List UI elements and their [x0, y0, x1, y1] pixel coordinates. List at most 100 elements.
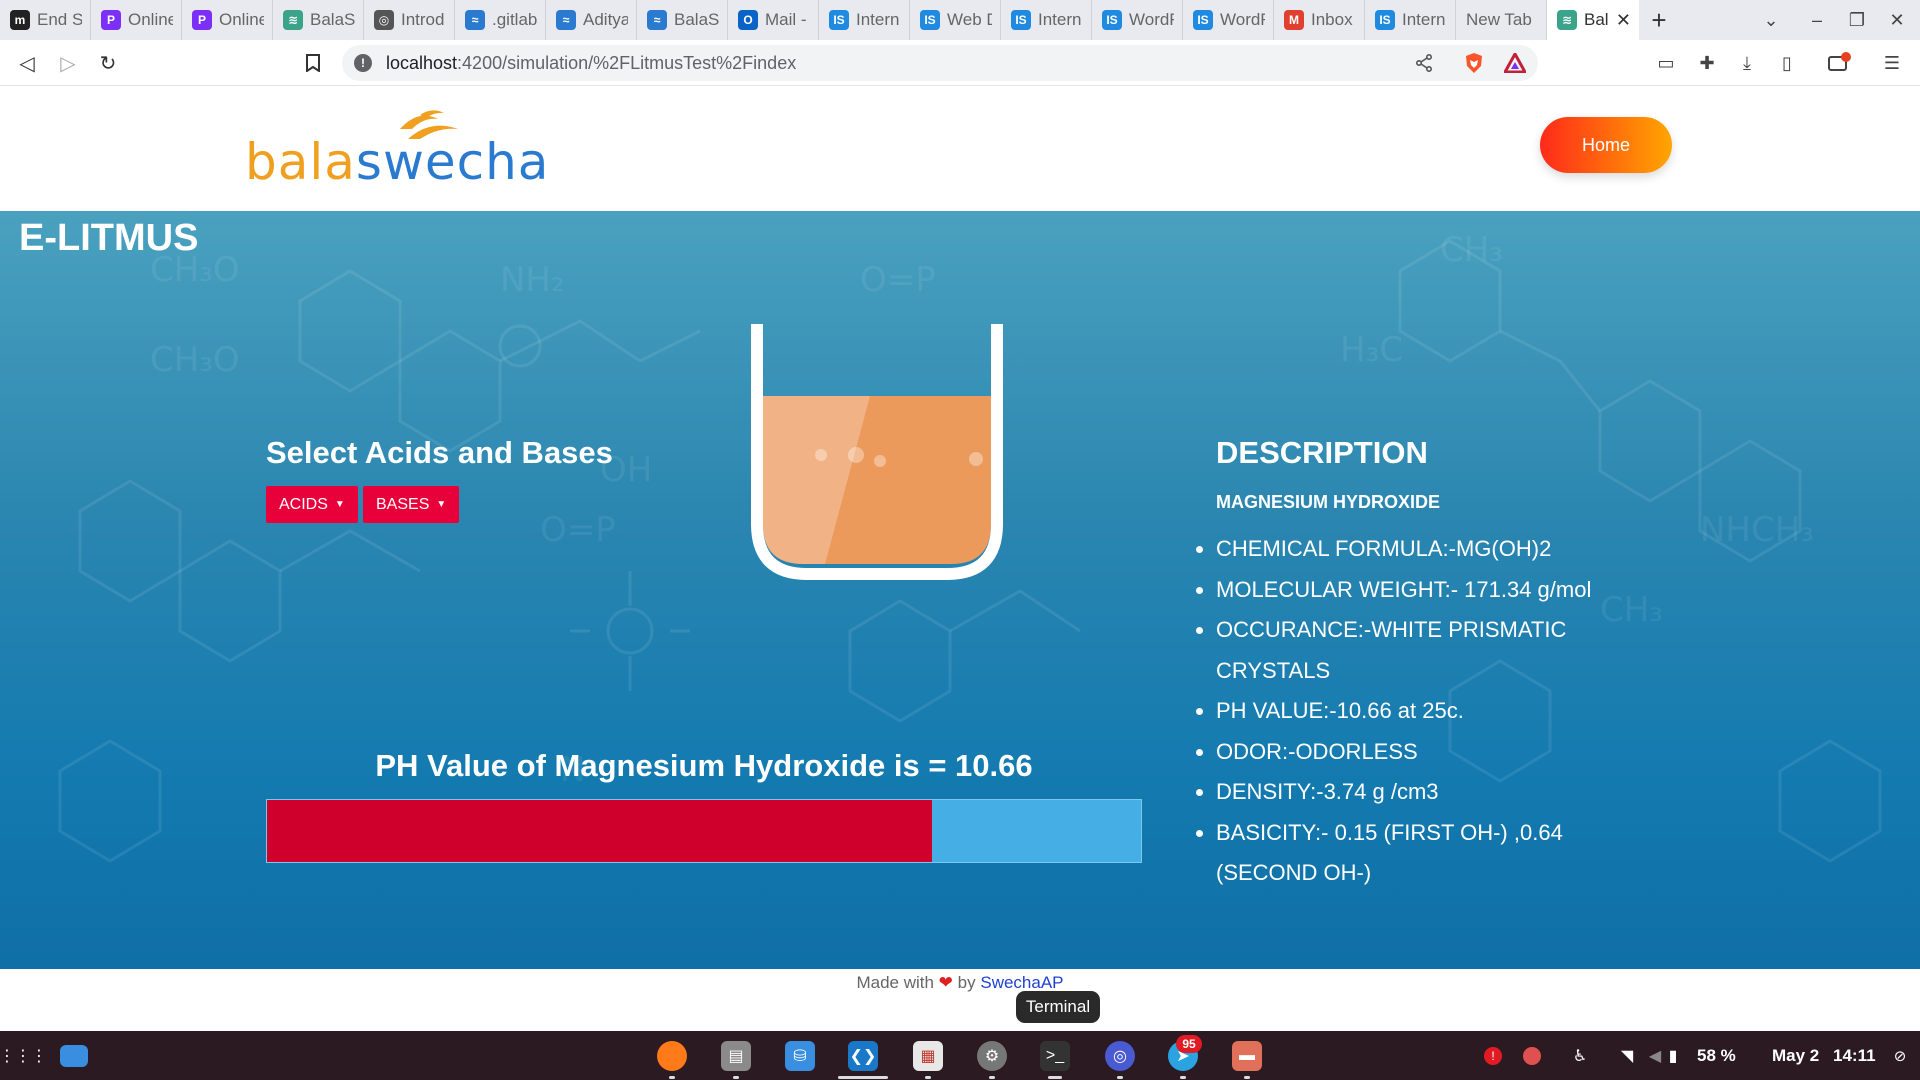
screenshot-app-icon[interactable]: ▬ — [1232, 1041, 1262, 1071]
download-icon[interactable]: ⤓ — [1735, 51, 1759, 75]
share-icon[interactable] — [1412, 51, 1436, 75]
restore-icon[interactable]: ❐ — [1837, 0, 1877, 40]
brave-rewards-icon[interactable] — [1503, 51, 1527, 75]
browser-tab[interactable]: IS WordF — [1092, 0, 1183, 40]
browser-tab[interactable]: ≈ .gitlab — [455, 0, 546, 40]
wifi-icon[interactable]: ◥ — [1612, 1041, 1642, 1071]
battery-icon[interactable]: ▮ — [1665, 1041, 1681, 1071]
date-text[interactable]: May 2 — [1772, 1046, 1819, 1066]
browser-globe-icon[interactable]: ◎ — [1105, 1041, 1135, 1071]
browser-tab[interactable]: O Mail - — [728, 0, 819, 40]
logo-bala: bala — [245, 133, 356, 191]
caret-down-icon: ▼ — [334, 499, 345, 510]
workspaces-icon[interactable] — [60, 1045, 88, 1067]
terminal-icon[interactable]: >_ — [1040, 1041, 1070, 1071]
site-info-icon[interactable]: ! — [354, 54, 372, 72]
is-icon: IS — [1193, 10, 1213, 30]
extensions-icon[interactable]: ✚ — [1695, 51, 1719, 75]
pocketbase-icon: P — [192, 10, 212, 30]
browser-tab[interactable]: ◎ Introd — [364, 0, 455, 40]
profile-icon[interactable] — [1827, 51, 1851, 75]
browser-tab[interactable]: ≈ Aditya — [546, 0, 637, 40]
back-icon[interactable]: ◁ — [12, 48, 42, 78]
list-item: MOLECULAR WEIGHT:- 171.34 g/mol — [1196, 570, 1636, 611]
minimize-icon[interactable]: – — [1797, 0, 1837, 40]
browser-tab[interactable]: m End S — [0, 0, 91, 40]
files-icon[interactable]: ▤ — [721, 1041, 751, 1071]
made-with-text: Made with — [856, 973, 934, 992]
menu-icon[interactable]: ☰ — [1880, 51, 1904, 75]
acids-label: ACIDS — [279, 495, 328, 513]
mastodon-icon: m — [10, 10, 30, 30]
firefox-icon[interactable] — [657, 1041, 687, 1071]
tab-title: Intern — [1038, 10, 1082, 29]
reload-icon[interactable]: ↻ — [93, 48, 123, 78]
app-grid-icon[interactable]: ⋮⋮⋮ — [0, 1041, 47, 1071]
address-toolbar: ◁ ▷ ↻ ! localhost:4200/simulation/%2FLit… — [0, 40, 1920, 86]
ph-value-text: PH Value of Magnesium Hydroxide is = 10.… — [375, 748, 1033, 783]
running-indicator — [669, 1076, 675, 1079]
close-window-icon[interactable]: ✕ — [1877, 0, 1917, 40]
running-indicator — [989, 1076, 995, 1079]
tab-title: Online — [219, 10, 264, 29]
browser-tab[interactable]: IS Web D — [910, 0, 1001, 40]
is-icon: IS — [1011, 10, 1031, 30]
close-tab-icon[interactable]: ✕ — [1616, 10, 1631, 31]
browser-tab[interactable]: ≈ BalaS — [637, 0, 728, 40]
heart-icon: ❤ — [938, 973, 953, 992]
new-tab-button[interactable]: + — [1639, 0, 1679, 40]
tab-search-icon[interactable]: ⌄ — [1751, 0, 1791, 40]
bases-dropdown-button[interactable]: BASES ▼ — [363, 486, 460, 523]
accessibility-icon[interactable]: ♿ — [1565, 1041, 1595, 1071]
gmail-icon: M — [1284, 10, 1304, 30]
pocketbase-icon: P — [101, 10, 121, 30]
do-not-disturb-icon[interactable]: ⊘ — [1885, 1041, 1915, 1071]
browser-tab[interactable]: New Tab — [1456, 0, 1547, 40]
notification-app-icon[interactable] — [1523, 1047, 1541, 1065]
list-item: OCCURANCE:-WHITE PRISMATIC CRYSTALS — [1196, 610, 1636, 691]
list-item: BASICITY:- 0.15 (FIRST OH-) ,0.64 (SECON… — [1196, 813, 1636, 894]
url-host: localhost — [386, 52, 458, 73]
browser-tab[interactable]: P Online — [182, 0, 273, 40]
browser-tab[interactable]: IS Intern — [1001, 0, 1092, 40]
browser-tab[interactable]: IS WordF — [1183, 0, 1274, 40]
footer-credit: Made with ❤ by SwechaAP — [0, 973, 1920, 993]
description-list: CHEMICAL FORMULA:-MG(OH)2 MOLECULAR WEIG… — [1196, 529, 1636, 894]
text-editor-icon[interactable]: ▦ — [913, 1041, 943, 1071]
tab-title: Mail - — [765, 10, 807, 29]
alert-icon[interactable]: ! — [1484, 1047, 1502, 1065]
is-icon: IS — [920, 10, 940, 30]
balaswecha-logo[interactable]: balaswecha — [245, 107, 548, 191]
running-indicator — [1117, 1076, 1123, 1079]
forward-icon[interactable]: ▷ — [53, 48, 83, 78]
acids-dropdown-button[interactable]: ACIDS ▼ — [266, 486, 358, 523]
home-button[interactable]: Home — [1540, 117, 1672, 173]
browser-tab[interactable]: IS Intern — [1365, 0, 1456, 40]
page-title: E-LITMUS — [19, 217, 199, 259]
browser-tab[interactable]: IS Intern — [819, 0, 910, 40]
browser-tab-active[interactable]: ≋ Bal ✕ — [1547, 0, 1639, 40]
tab-title: Intern — [856, 10, 900, 29]
running-indicator — [733, 1076, 739, 1079]
software-store-icon[interactable]: ⛁ — [785, 1041, 815, 1071]
wallet-icon[interactable]: ▭ — [1654, 51, 1678, 75]
tab-title: Web D — [947, 10, 992, 29]
browser-tab[interactable]: P Online — [91, 0, 182, 40]
vscode-icon[interactable]: ❮❯ — [848, 1041, 878, 1071]
site-footer: Made with ❤ by SwechaAP — [0, 969, 1920, 1031]
tab-title: WordF — [1220, 10, 1265, 29]
tab-title: New Tab — [1466, 10, 1532, 29]
bookmark-icon[interactable] — [298, 48, 328, 78]
browser-tab[interactable]: M Inbox — [1274, 0, 1365, 40]
swecha-link[interactable]: SwechaAP — [980, 973, 1063, 992]
tab-title: End S — [37, 10, 82, 29]
brave-shield-icon[interactable] — [1462, 51, 1486, 75]
list-item: DENSITY:-3.74 g /cm3 — [1196, 772, 1636, 813]
settings-icon[interactable]: ⚙ — [977, 1041, 1007, 1071]
time-text[interactable]: 14:11 — [1833, 1046, 1876, 1066]
browser-tab[interactable]: ≋ BalaS — [273, 0, 364, 40]
swecha-icon: ≈ — [556, 10, 576, 30]
swecha-icon: ≈ — [465, 10, 485, 30]
sidebar-toggle-icon[interactable]: ▯ — [1775, 51, 1799, 75]
url-field[interactable]: ! localhost:4200/simulation/%2FLitmusTes… — [342, 45, 1538, 81]
